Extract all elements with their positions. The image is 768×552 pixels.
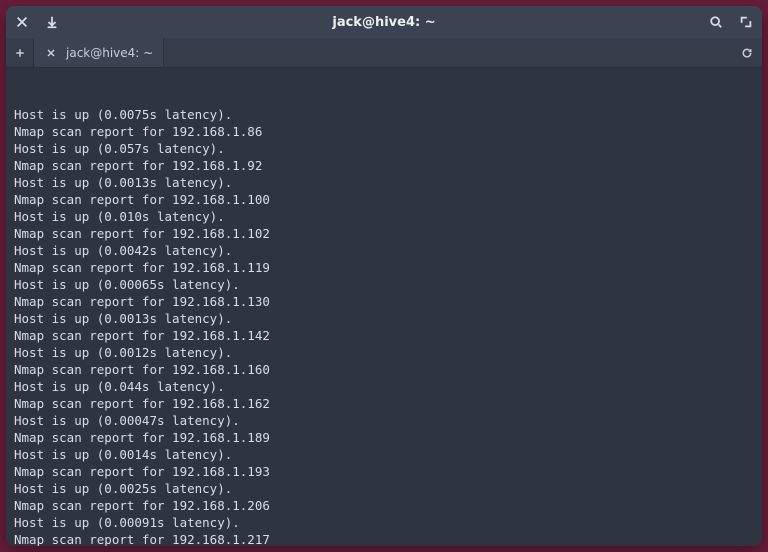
terminal-output[interactable]: Host is up (0.0075s latency).Nmap scan r…	[6, 68, 762, 546]
output-line: Host is up (0.00065s latency).	[14, 276, 754, 293]
output-line: Nmap scan report for 192.168.1.193	[14, 463, 754, 480]
output-line: Nmap scan report for 192.168.1.130	[14, 293, 754, 310]
plus-icon	[14, 47, 26, 59]
terminal-window: jack@hive4: ~ jack@hive4: ~ Host is up (…	[6, 6, 762, 546]
window-title: jack@hive4: ~	[62, 15, 706, 30]
maximize-icon	[739, 15, 753, 29]
output-line: Host is up (0.00091s latency).	[14, 514, 754, 531]
search-icon	[709, 15, 723, 29]
tabbar-spacer	[164, 38, 732, 67]
output-line: Host is up (0.044s latency).	[14, 378, 754, 395]
new-tab-button[interactable]	[6, 38, 34, 67]
titlebar: jack@hive4: ~	[6, 6, 762, 38]
download-button[interactable]	[42, 12, 62, 32]
output-line: Nmap scan report for 192.168.1.189	[14, 429, 754, 446]
output-line: Nmap scan report for 192.168.1.206	[14, 497, 754, 514]
output-line: Host is up (0.0075s latency).	[14, 106, 754, 123]
close-window-button[interactable]	[12, 12, 32, 32]
output-line: Nmap scan report for 192.168.1.162	[14, 395, 754, 412]
output-line: Host is up (0.0042s latency).	[14, 242, 754, 259]
reload-button[interactable]	[732, 38, 762, 67]
output-line: Host is up (0.057s latency).	[14, 140, 754, 157]
download-icon	[45, 15, 59, 29]
tab-label: jack@hive4: ~	[66, 46, 153, 60]
tabbar: jack@hive4: ~	[6, 38, 762, 68]
close-tab-button[interactable]	[44, 46, 58, 60]
output-line: Nmap scan report for 192.168.1.86	[14, 123, 754, 140]
output-line: Nmap scan report for 192.168.1.102	[14, 225, 754, 242]
output-line: Host is up (0.0025s latency).	[14, 480, 754, 497]
close-icon	[45, 47, 57, 59]
output-line: Nmap scan report for 192.168.1.119	[14, 259, 754, 276]
search-button[interactable]	[706, 12, 726, 32]
output-line: Nmap scan report for 192.168.1.217	[14, 531, 754, 546]
tab-0[interactable]: jack@hive4: ~	[34, 38, 164, 67]
output-line: Host is up (0.0014s latency).	[14, 446, 754, 463]
output-line: Nmap scan report for 192.168.1.160	[14, 361, 754, 378]
output-line: Host is up (0.0013s latency).	[14, 310, 754, 327]
output-line: Nmap scan report for 192.168.1.92	[14, 157, 754, 174]
output-line: Host is up (0.010s latency).	[14, 208, 754, 225]
reload-icon	[741, 47, 753, 59]
output-line: Host is up (0.00047s latency).	[14, 412, 754, 429]
output-line: Nmap scan report for 192.168.1.142	[14, 327, 754, 344]
maximize-button[interactable]	[736, 12, 756, 32]
output-line: Host is up (0.0012s latency).	[14, 344, 754, 361]
close-icon	[15, 15, 29, 29]
output-line: Nmap scan report for 192.168.1.100	[14, 191, 754, 208]
output-line: Host is up (0.0013s latency).	[14, 174, 754, 191]
